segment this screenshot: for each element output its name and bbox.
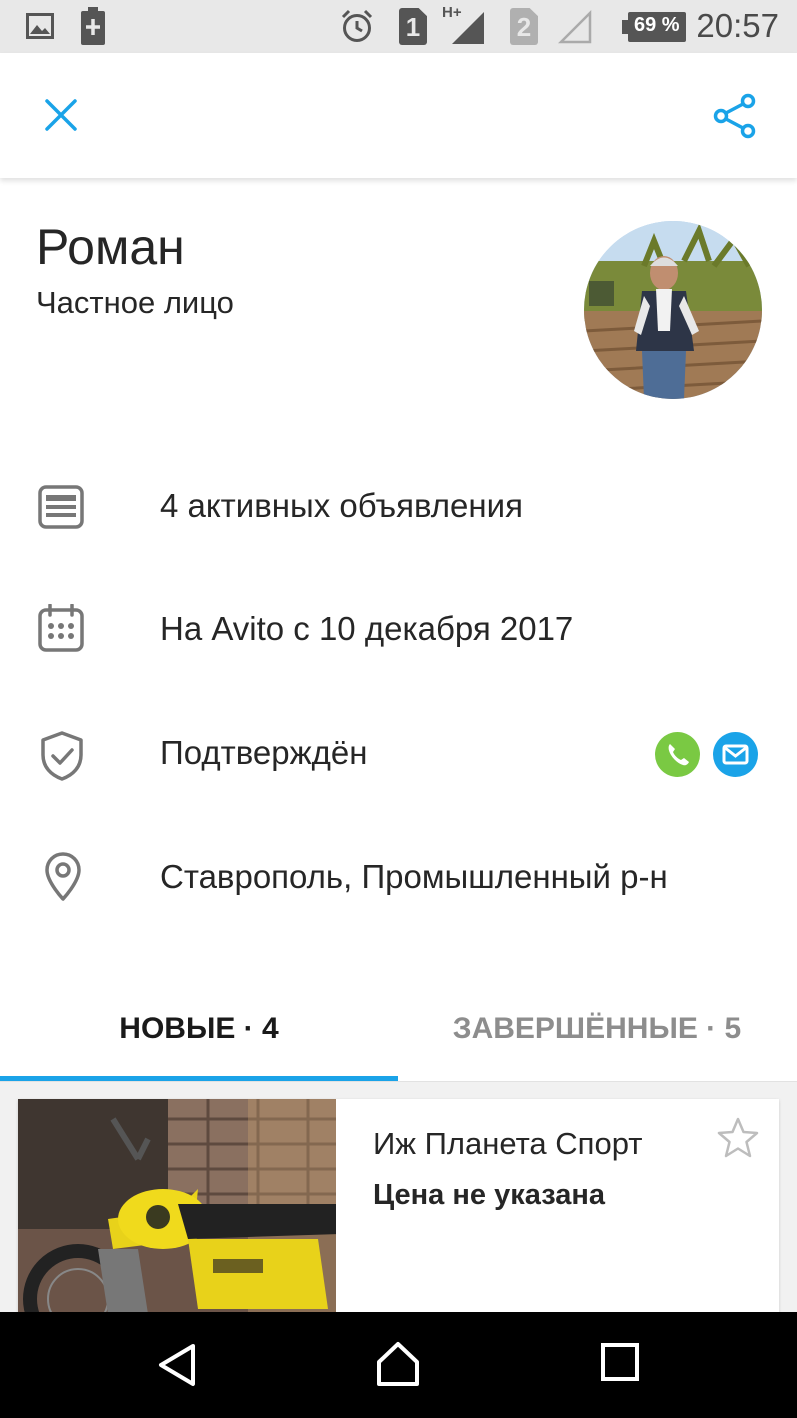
listing-card[interactable]: Иж Планета Спорт Цена не указана: [18, 1099, 779, 1329]
info-row-since: На Avito с 10 декабря 2017: [0, 600, 797, 660]
info-row-location: Ставрополь, Промышленный р-н: [0, 848, 797, 908]
share-icon[interactable]: [713, 93, 757, 139]
tab-indicator: [0, 1076, 398, 1081]
info-row-ads: 4 активных объявления: [0, 477, 797, 537]
listing-icon: [38, 485, 84, 529]
location-text: Ставрополь, Промышленный р-н: [160, 858, 668, 895]
sim2-icon: 2: [510, 8, 538, 45]
info-row-verified: Подтверждён: [0, 726, 797, 786]
tabs: НОВЫЕ · 4 ЗАВЕРШЁННЫЕ · 5: [0, 985, 797, 1083]
toolbar: [0, 53, 797, 178]
location-pin-icon: [45, 852, 81, 901]
phone-icon: [668, 744, 689, 766]
member-since-text: На Avito с 10 декабря 2017: [160, 610, 574, 647]
sim1-icon: 1: [399, 8, 427, 45]
no-signal-icon: [558, 10, 592, 44]
signal-icon: [452, 12, 484, 44]
tab-completed[interactable]: ЗАВЕРШЁННЫЕ · 5: [398, 985, 796, 1082]
recents-icon[interactable]: [600, 1342, 640, 1382]
shield-check-icon: [41, 731, 83, 781]
avatar[interactable]: [584, 221, 762, 399]
verified-text: Подтверждён: [160, 734, 368, 771]
status-bar: 1 H+ 2 69 % 20:57: [0, 0, 797, 53]
profile-type: Частное лицо: [36, 285, 234, 320]
home-icon[interactable]: [375, 1340, 421, 1388]
navigation-bar: [0, 1312, 797, 1418]
gallery-icon: [26, 13, 54, 39]
active-ads-text: 4 активных объявления: [160, 487, 523, 524]
star-icon[interactable]: [715, 1116, 761, 1160]
email-verified-badge: [713, 732, 758, 777]
mail-icon: [722, 744, 749, 765]
calendar-icon: [38, 604, 84, 652]
profile-name: Роман: [36, 219, 185, 275]
alarm-icon: [341, 9, 373, 42]
listing-thumbnail[interactable]: [18, 1099, 336, 1329]
phone-verified-badge: [655, 732, 700, 777]
battery-percent: 69 %: [634, 14, 680, 36]
clock: 20:57: [696, 7, 779, 44]
back-icon[interactable]: [155, 1342, 199, 1388]
close-icon[interactable]: [44, 98, 78, 132]
battery-saver-icon: [81, 7, 105, 45]
listing-price: Цена не указана: [373, 1179, 605, 1211]
tab-new[interactable]: НОВЫЕ · 4: [0, 985, 398, 1082]
listing-title[interactable]: Иж Планета Спорт: [373, 1126, 642, 1162]
